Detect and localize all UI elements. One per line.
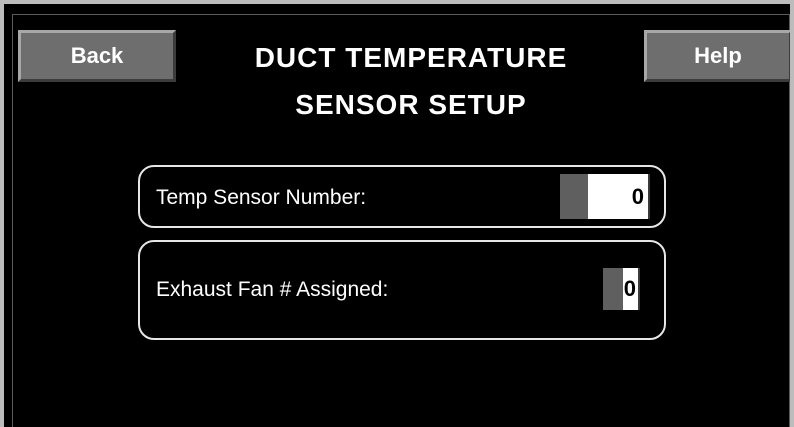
exhaust-fan-assigned-row: Exhaust Fan # Assigned: 0 (138, 240, 666, 340)
back-button-label: Back (70, 43, 124, 68)
field-shade (603, 268, 623, 310)
hmi-screen: Back DUCT TEMPERATURE SENSOR SETUP Help … (0, 0, 794, 427)
exhaust-fan-assigned-value: 0 (623, 268, 640, 310)
temp-sensor-number-field[interactable]: 0 (560, 174, 650, 219)
page-title-line-2: SENSOR SETUP (295, 89, 527, 120)
temp-sensor-number-value: 0 (588, 174, 650, 219)
page-title-line-1: DUCT TEMPERATURE (254, 42, 568, 73)
page-title: DUCT TEMPERATURE SENSOR SETUP (184, 34, 638, 128)
help-button-label: Help (694, 43, 742, 68)
temp-sensor-number-row: Temp Sensor Number: 0 (138, 165, 666, 228)
help-button[interactable]: Help (644, 30, 790, 82)
exhaust-fan-assigned-field[interactable]: 0 (603, 268, 640, 310)
exhaust-fan-assigned-label: Exhaust Fan # Assigned: (156, 278, 389, 301)
field-shade (560, 174, 588, 219)
temp-sensor-number-label: Temp Sensor Number: (156, 186, 367, 209)
back-button[interactable]: Back (18, 30, 176, 82)
